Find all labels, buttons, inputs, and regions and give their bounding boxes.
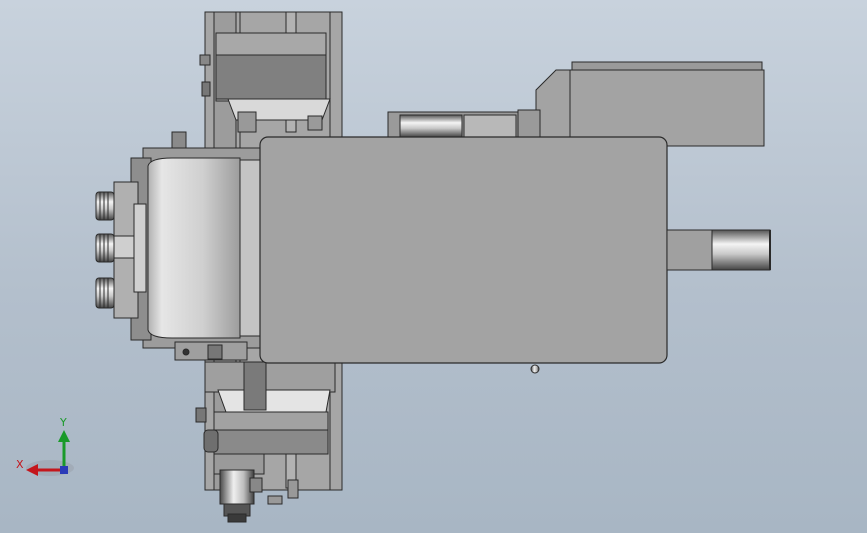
y-axis-label: Y <box>59 416 67 429</box>
plug-middle <box>95 233 115 263</box>
bottom-connector <box>213 453 265 523</box>
bottom-knob <box>530 364 540 374</box>
output-shaft <box>666 229 771 271</box>
upper-right-block <box>517 61 765 147</box>
axis-triad: Y X <box>16 416 74 476</box>
plug-bottom <box>95 277 115 309</box>
motor-housing <box>130 131 266 361</box>
plug-top <box>95 191 115 221</box>
top-cylinder <box>387 111 519 139</box>
model-canvas: Y X <box>16 11 771 523</box>
main-cover <box>259 136 668 364</box>
x-axis-label: X <box>16 458 24 471</box>
cad-viewport[interactable]: Y X <box>0 0 867 533</box>
z-axis-marker <box>60 466 68 474</box>
